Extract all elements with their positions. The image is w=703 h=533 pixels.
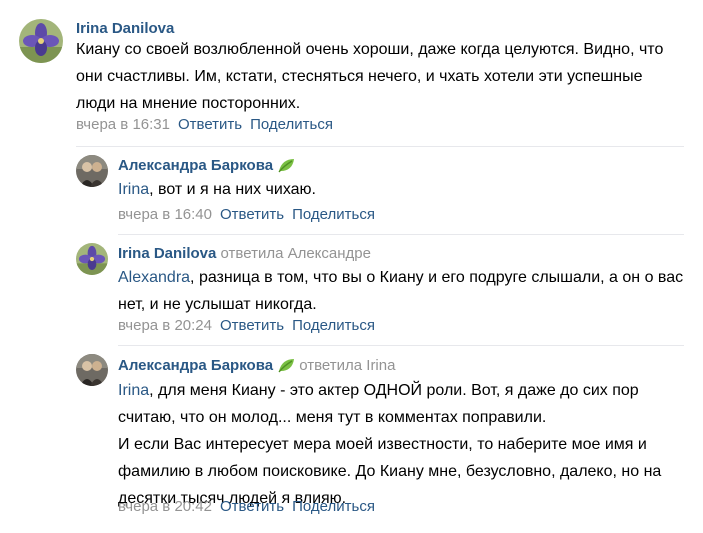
comment-time[interactable]: вчера в 16:40 xyxy=(118,206,212,223)
divider xyxy=(118,234,684,235)
share-button[interactable]: Поделиться xyxy=(292,317,375,334)
mention-link[interactable]: Alexandra xyxy=(118,269,190,286)
comment-time[interactable]: вчера в 20:42 xyxy=(118,498,212,515)
avatar-irina-danilova[interactable] xyxy=(76,243,108,275)
reply-button[interactable]: Ответить xyxy=(220,206,284,223)
comment-text: Irina, для меня Киану - это актер ОДНОЙ … xyxy=(118,377,688,512)
couple-photo-avatar-icon xyxy=(76,155,108,187)
comments-thread: Irina Danilova Киану со своей возлюбленн… xyxy=(0,0,703,533)
couple-photo-avatar-icon xyxy=(76,354,108,386)
comment-text: Киану со своей возлюбленной очень хороши… xyxy=(76,41,664,112)
divider xyxy=(118,345,684,346)
comment-author[interactable]: Александра Баркова xyxy=(118,357,273,374)
divider xyxy=(76,146,684,147)
iris-flower-avatar-icon xyxy=(19,19,63,63)
comment-time[interactable]: вчера в 16:31 xyxy=(76,116,170,133)
leaf-icon xyxy=(277,157,295,178)
comment-body: , вот и я на них чихаю. xyxy=(149,181,316,198)
comment-body-continued: И если Вас интересует мера моей известно… xyxy=(118,436,662,507)
comment-body: , для меня Киану - это актер ОДНОЙ роли.… xyxy=(118,382,639,426)
comment-author[interactable]: Irina Danilova xyxy=(76,20,174,37)
share-button[interactable]: Поделиться xyxy=(292,206,375,223)
reply-button[interactable]: Ответить xyxy=(220,498,284,515)
comment-text: Alexandra, разница в том, что вы о Киану… xyxy=(118,264,688,318)
leaf-icon xyxy=(277,357,295,378)
reply-button[interactable]: Ответить xyxy=(220,317,284,334)
mention-link[interactable]: Irina xyxy=(118,382,149,399)
replied-to[interactable]: ответила Александре xyxy=(221,245,371,262)
replied-to[interactable]: ответила Irina xyxy=(299,357,395,374)
share-button[interactable]: Поделиться xyxy=(292,498,375,515)
reply-button[interactable]: Ответить xyxy=(178,116,242,133)
comment-author[interactable]: Irina Danilova xyxy=(118,245,216,262)
comment-body: , разница в том, что вы о Киану и его по… xyxy=(118,269,684,313)
mention-link[interactable]: Irina xyxy=(118,181,149,198)
share-button[interactable]: Поделиться xyxy=(250,116,333,133)
comment-author[interactable]: Александра Баркова xyxy=(118,157,273,174)
avatar-irina-danilova[interactable] xyxy=(19,19,63,63)
avatar-aleksandra-barkova[interactable] xyxy=(76,354,108,386)
comment-time[interactable]: вчера в 20:24 xyxy=(118,317,212,334)
comment-text: Irina, вот и я на них чихаю. xyxy=(118,176,688,203)
iris-flower-avatar-icon xyxy=(76,243,108,275)
avatar-aleksandra-barkova[interactable] xyxy=(76,155,108,187)
